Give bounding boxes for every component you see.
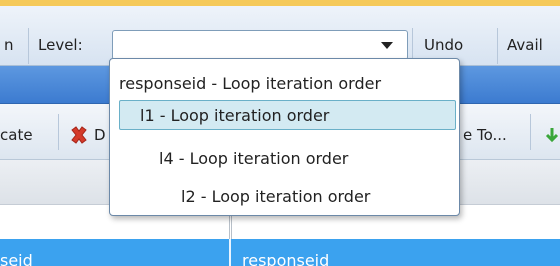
toolbar-separator xyxy=(497,28,498,64)
dropdown-option-l1[interactable]: l1 - Loop iteration order xyxy=(119,100,456,130)
toolbar-separator xyxy=(58,114,59,150)
column-separator xyxy=(229,239,231,266)
level-dropdown-list: responseid - Loop iteration order l1 - L… xyxy=(109,58,460,216)
delete-icon[interactable] xyxy=(68,124,90,146)
toolbar-separator xyxy=(530,114,531,150)
table-cell: responseid xyxy=(242,251,330,266)
delete-button-label[interactable]: D xyxy=(94,126,106,144)
dropdown-option-l4[interactable]: l4 - Loop iteration order xyxy=(159,144,449,174)
truncated-toolbar-label: n xyxy=(4,36,14,54)
top-toolbar: n Level: Undo Avail xyxy=(0,6,560,66)
chevron-down-icon[interactable] xyxy=(381,42,393,49)
duplicate-button[interactable]: cate xyxy=(0,126,33,144)
dropdown-option-responseid[interactable]: responseid - Loop iteration order xyxy=(119,69,449,99)
level-label: Level: xyxy=(38,36,83,54)
dropdown-option-l2[interactable]: l2 - Loop iteration order xyxy=(181,182,451,212)
green-arrow-icon[interactable] xyxy=(544,126,560,144)
move-to-button[interactable]: e To... xyxy=(463,126,507,144)
level-combobox[interactable] xyxy=(112,30,408,60)
undo-button[interactable]: Undo xyxy=(424,36,463,54)
table-cell: seid xyxy=(0,251,33,266)
available-button[interactable]: Avail xyxy=(507,36,543,54)
toolbar-separator xyxy=(28,28,29,64)
